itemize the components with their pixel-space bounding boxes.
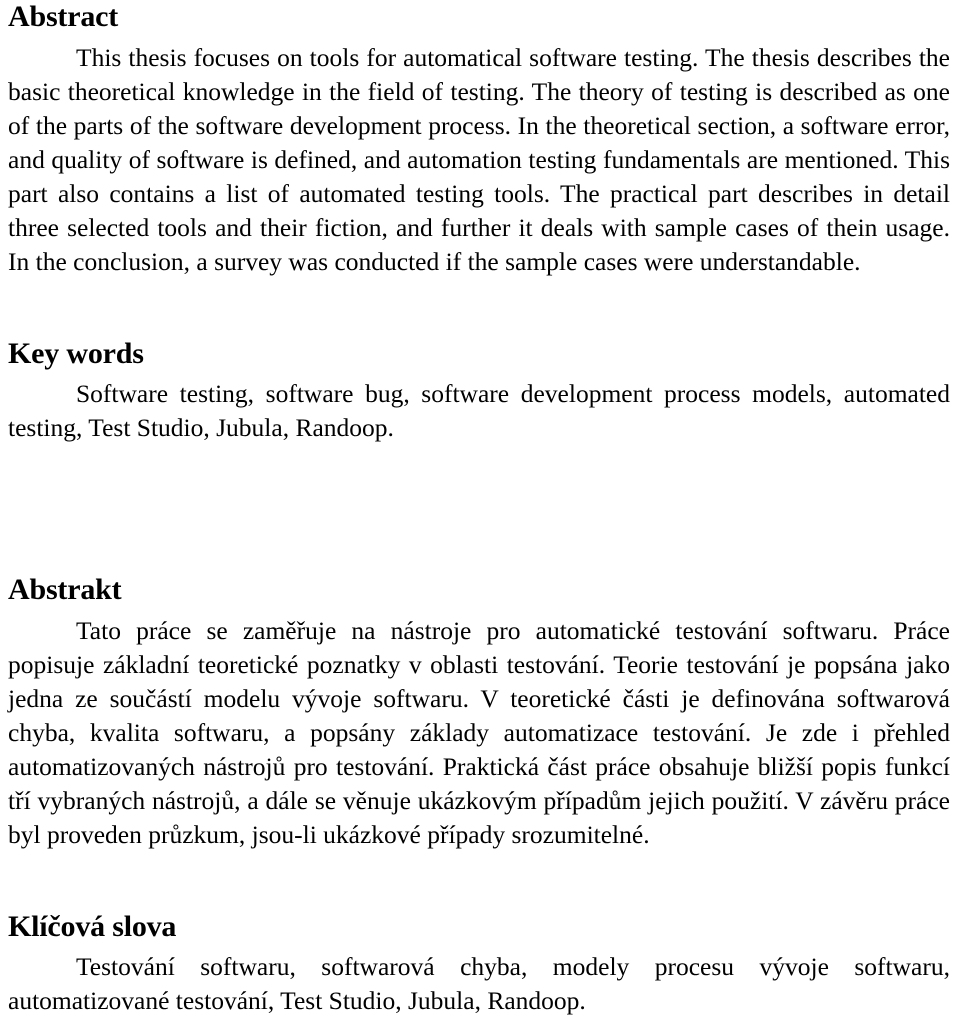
abstrakt-body-text: Tato práce se zaměřuje na nástroje pro a… bbox=[8, 616, 950, 849]
klicova-slova-heading: Klíčová slova bbox=[8, 910, 177, 943]
section-key-words: Key words Software testing, software bug… bbox=[8, 337, 950, 445]
abstrakt-heading: Abstrakt bbox=[8, 573, 122, 606]
section-abstract: Abstract This thesis focuses on tools fo… bbox=[8, 0, 950, 279]
key-words-heading: Key words bbox=[8, 337, 144, 370]
section-klicova-slova: Klíčová slova Testování softwaru, softwa… bbox=[8, 910, 950, 1018]
klicova-slova-body-text: Testování softwaru, softwarová chyba, mo… bbox=[8, 952, 950, 1015]
abstract-heading: Abstract bbox=[8, 0, 119, 33]
document-page: Abstract This thesis focuses on tools fo… bbox=[0, 0, 960, 1015]
abstract-body-text: This thesis focuses on tools for automat… bbox=[8, 43, 950, 276]
key-words-body-text: Software testing, software bug, software… bbox=[8, 379, 950, 442]
section-abstrakt: Abstrakt Tato práce se zaměřuje na nástr… bbox=[8, 573, 950, 852]
